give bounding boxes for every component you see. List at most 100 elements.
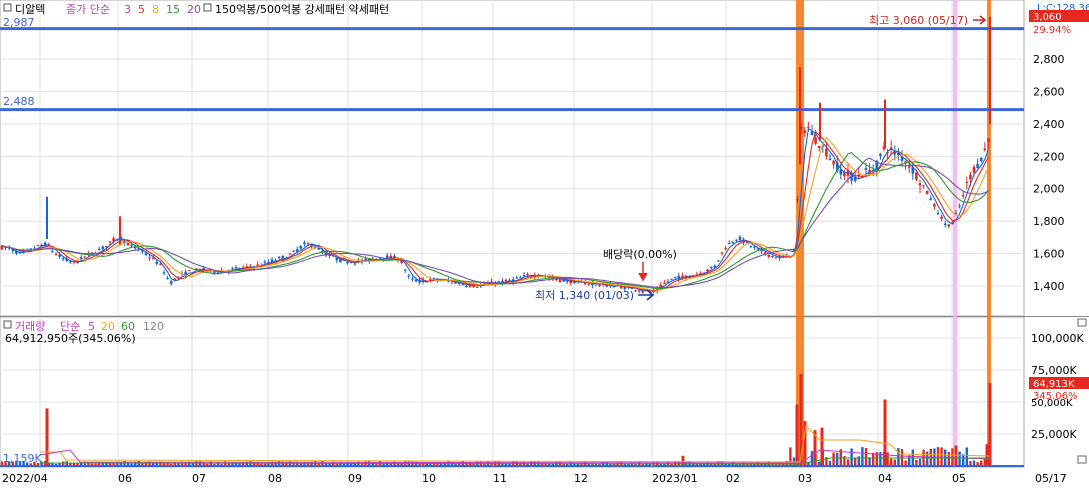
date-tick-label: 2022/04 [2,472,48,485]
date-tick-label: 11 [493,472,507,485]
candle-body [587,283,591,285]
candle-body [155,261,159,264]
candle-body [814,137,817,144]
candle-body [864,168,868,170]
x-axis-strip [0,468,1089,489]
volume-bar [828,460,832,466]
ma-period-15: 15 [166,3,180,16]
candle-body [803,130,807,134]
candle-body [681,275,684,277]
stock-chart[interactable]: 2,800 2,600 2,400 2,200 2,000 1,800 1,600 1,400… [0,0,1089,489]
volume-bar [508,463,511,466]
volume-bar [958,451,961,466]
candle-body [933,204,936,207]
candle-body [929,198,933,200]
candle-body [346,262,349,264]
candle-body [807,126,810,128]
volume-bar [328,463,331,466]
candle-body [915,172,918,180]
volume-bar [832,452,835,466]
volume-bar [868,457,871,466]
date-tick-label: 2023/01 [652,472,698,485]
volume-bar [818,461,821,466]
date-tick-label: 03 [798,472,812,485]
volume-bar [864,447,868,466]
pattern-legend: 150억봉/500억봉 강세패턴 약세패턴 [215,2,389,16]
volume-bar [962,454,965,466]
date-tick-label: 02 [726,472,740,485]
date-tick-label: 06 [118,472,132,485]
volume-ma-120: 120 [143,320,164,333]
volume-bar [861,447,864,466]
price-tick-label: 2,000 [1033,183,1065,196]
volume-bar [904,460,907,466]
candle-body [166,278,169,280]
event-marker-pink [953,0,957,466]
volume-bar [72,463,76,466]
volume-tick-label: 75,000K [1031,364,1077,377]
date-tick-label: 08 [268,472,282,485]
volume-panel[interactable] [0,316,1025,468]
volume-bar [69,463,72,466]
volume-bar [846,459,850,466]
candle-body [925,190,929,194]
candle-body [720,252,724,254]
candle-body [774,257,778,259]
volume-bar [810,451,814,466]
volume-min-label: 1,159K [3,452,42,465]
volume-bar [965,447,968,466]
date-tick-label: 12 [574,472,588,485]
volume-bar [850,448,853,466]
volume-bar [342,463,346,466]
volume-bar [972,460,976,466]
panel-settings-icon[interactable] [1077,318,1087,327]
volume-tick-label: 100,000K [1031,332,1084,345]
volume-bar [206,463,209,466]
dividend-annotation: 배당락(0.00%) [603,248,677,261]
volume-bar [936,447,940,466]
volume-bar [90,463,94,466]
candle-body [162,272,166,274]
volume-bar [375,463,378,466]
volume-bar [926,451,929,466]
ma-period-8: 8 [152,3,159,16]
price-tick-label: 2,200 [1033,150,1065,163]
candle-body [522,275,526,277]
volume-bar [562,463,565,466]
panel-settings-icon-lower[interactable] [1077,455,1087,464]
volume-spike [795,404,799,466]
volume-bar [893,459,896,466]
candle-body [51,250,54,252]
candle-body [148,257,151,259]
candle-body [288,253,292,255]
volume-change-label: 345.06% [1033,391,1078,402]
volume-bar [65,461,68,466]
candle-body [231,268,234,270]
candle-body [306,243,310,245]
date-tick-label: 09 [348,472,362,485]
hline-label-lower: 2,488 [3,95,35,108]
volume-bar [551,463,554,466]
candle-body [403,269,407,271]
candle-body [411,278,414,280]
candle-body [940,216,943,219]
candle-body [961,194,965,197]
candle-body [724,248,727,250]
date-tick-label: 05 [952,472,966,485]
candle-body [263,261,267,263]
candle-body [663,282,666,284]
candle-body [969,174,972,180]
candle-body [634,290,637,292]
volume-bar [436,463,439,466]
candle-body [717,260,720,262]
candle-body [353,263,357,265]
volume-bar [130,463,133,466]
candle-body [727,243,731,245]
candle-body [922,185,925,187]
date-tick-label: 07 [192,472,206,485]
stock-name[interactable]: 디알텍 [15,2,45,16]
low-annotation: 최저 1,340 (01/03) [535,289,634,302]
price-axis-labels: 2,800 2,600 2,400 2,200 2,000 1,800 1,600 1,400 [1033,53,1065,293]
candle-body [918,183,922,186]
pattern-box [203,3,212,12]
